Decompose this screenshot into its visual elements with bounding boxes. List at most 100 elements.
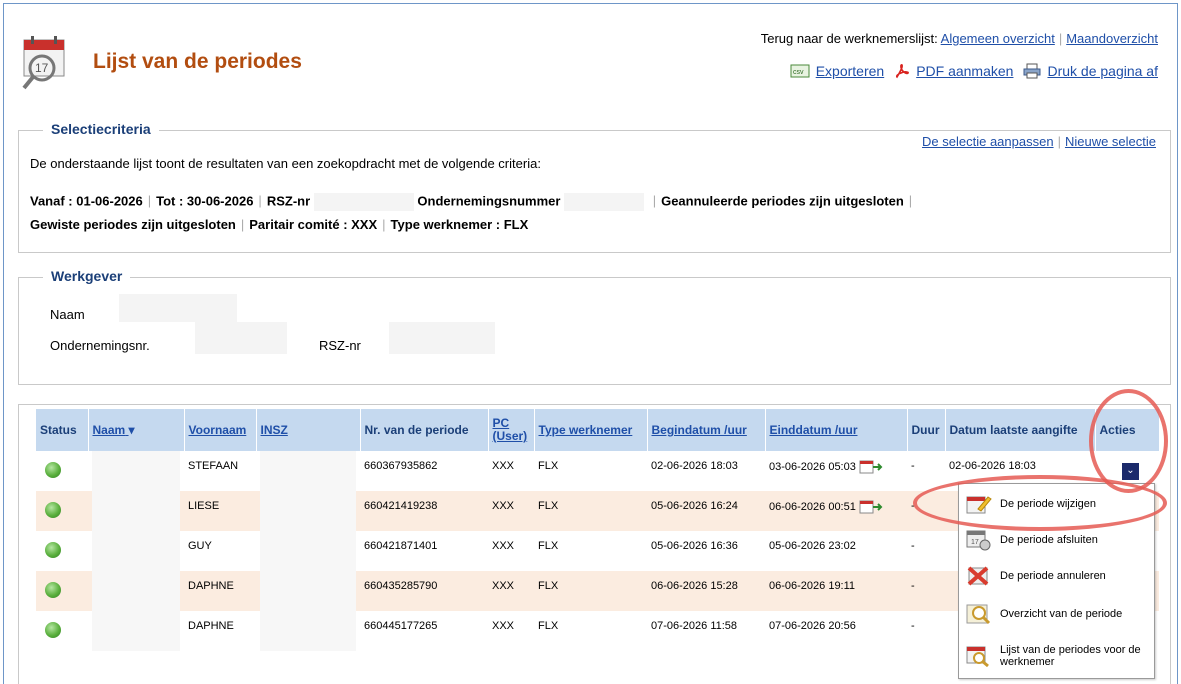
type-cell: FLX <box>534 571 647 611</box>
duur-cell: - <box>907 491 945 531</box>
redacted-value <box>260 531 356 571</box>
employer-company-label: Ondernemingsnr. <box>50 338 150 353</box>
redacted-value <box>92 571 180 611</box>
redacted-value <box>260 611 356 651</box>
calendar-arrow-icon[interactable] <box>859 460 883 474</box>
col-naam[interactable]: Naam ▾ <box>88 409 185 451</box>
actions-dropdown-button[interactable]: ⌄ <box>1122 463 1139 480</box>
voornaam-cell: DAPHNE <box>184 611 256 651</box>
status-green-icon <box>45 462 61 478</box>
redacted-value <box>195 322 287 354</box>
redacted-value <box>92 491 180 531</box>
type-cell: FLX <box>534 451 647 491</box>
criteria-line-2: Gewiste periodes zijn uitgesloten | Parita… <box>30 217 529 232</box>
nr-cell: 660435285790 <box>360 571 488 611</box>
col-acties: Acties <box>1095 409 1160 451</box>
status-cell <box>36 531 88 571</box>
pdf-link[interactable]: PDF aanmaken <box>916 63 1013 79</box>
back-navigation: Terug naar de werknemerslijst: Algemeen … <box>761 31 1158 46</box>
calendar-arrow-icon[interactable] <box>859 500 883 514</box>
export-button[interactable]: csv Exporteren <box>790 63 884 79</box>
nr-cell: 660367935862 <box>360 451 488 491</box>
employer-name-label: Naam <box>50 307 85 322</box>
criteria-worker-type: Type werknemer : FLX <box>390 217 529 232</box>
col-insz[interactable]: INSZ <box>256 409 361 451</box>
general-overview-link[interactable]: Algemeen overzicht <box>941 31 1055 46</box>
employer-section: Werkgever Naam Ondernemingsnr. RSZ-nr <box>18 268 1171 385</box>
menu-item-close-period[interactable]: 17 De periode afsluiten <box>959 522 1154 558</box>
pc-cell: XXX <box>488 451 534 491</box>
naam-cell <box>88 451 184 491</box>
voornaam-cell: LIESE <box>184 491 256 531</box>
svg-text:csv: csv <box>793 69 804 76</box>
insz-cell <box>256 491 360 531</box>
col-begin[interactable]: Begindatum /uur <box>647 409 766 451</box>
calendar-cancel-icon <box>967 566 989 586</box>
insz-cell <box>256 451 360 491</box>
menu-item-period-overview[interactable]: Overzicht van de periode <box>959 596 1154 632</box>
col-nr: Nr. van de periode <box>360 409 489 451</box>
new-selection-link[interactable]: Nieuwe selectie <box>1065 134 1156 149</box>
menu-item-label: De periode wijzigen <box>1000 498 1096 510</box>
export-link[interactable]: Exporteren <box>816 63 884 79</box>
menu-item-employee-periods[interactable]: Lijst van de periodes voor de werknemer <box>959 638 1154 674</box>
begin-cell: 05-06-2026 16:36 <box>647 531 765 571</box>
menu-item-label: De periode annuleren <box>1000 570 1106 582</box>
pdf-button[interactable]: PDF aanmaken <box>894 63 1013 79</box>
end-cell: 03-06-2026 05:03 <box>765 451 907 491</box>
begin-cell: 05-06-2026 16:24 <box>647 491 765 531</box>
selection-criteria-legend: Selectiecriteria <box>43 121 159 137</box>
criteria-pc: Paritair comité : XXX <box>249 217 378 232</box>
status-cell <box>36 451 88 491</box>
voornaam-cell: GUY <box>184 531 256 571</box>
pc-cell: XXX <box>488 491 534 531</box>
pdf-icon <box>896 64 910 79</box>
duur-cell: - <box>907 531 945 571</box>
col-type[interactable]: Type werknemer <box>534 409 648 451</box>
chevron-down-icon: ⌄ <box>1126 465 1135 476</box>
table-header-row: Status Naam ▾ Voornaam INSZ Nr. van de p… <box>36 409 1160 451</box>
duur-cell: - <box>907 451 945 491</box>
status-cell <box>36 571 88 611</box>
calendar-close-icon: 17 <box>966 530 991 551</box>
naam-cell <box>88 611 184 651</box>
employer-rsz-label: RSZ-nr <box>319 338 361 353</box>
criteria-company-no: Ondernemingsnummer <box>417 193 561 209</box>
redacted-value <box>313 193 414 211</box>
print-link[interactable]: Druk de pagina af <box>1047 63 1158 79</box>
voornaam-cell: DAPHNE <box>184 571 256 611</box>
print-button[interactable]: Druk de pagina af <box>1023 63 1158 79</box>
col-last-declaration: Datum laatste aangifte <box>945 409 1096 451</box>
pc-cell: XXX <box>488 611 534 651</box>
redacted-value <box>260 451 356 491</box>
col-duur: Duur <box>907 409 946 451</box>
separator: | <box>1058 31 1063 46</box>
duur-cell: - <box>907 611 945 651</box>
redacted-value <box>119 294 237 322</box>
type-cell: FLX <box>534 531 647 571</box>
month-overview-link[interactable]: Maandoverzicht <box>1066 31 1158 46</box>
begin-cell: 06-06-2026 15:28 <box>647 571 765 611</box>
col-pc[interactable]: PC (User) <box>488 409 535 451</box>
menu-item-cancel-period[interactable]: De periode annuleren <box>959 558 1154 594</box>
criteria-cancelled: Geannuleerde periodes zijn uitgesloten <box>661 193 904 209</box>
col-end[interactable]: Einddatum /uur <box>765 409 908 451</box>
insz-cell <box>256 611 360 651</box>
insz-cell <box>256 571 360 611</box>
type-cell: FLX <box>534 611 647 651</box>
status-cell <box>36 491 88 531</box>
selection-criteria-section: Selectiecriteria De selectie aanpassen | N… <box>18 121 1171 253</box>
redacted-value <box>92 451 180 491</box>
menu-item-edit-period[interactable]: De periode wijzigen <box>959 486 1154 522</box>
col-voornaam[interactable]: Voornaam <box>184 409 257 451</box>
back-prefix: Terug naar de werknemerslijst: <box>760 31 938 46</box>
redacted-value <box>564 193 645 211</box>
svg-text:17: 17 <box>35 61 49 75</box>
magnifier-icon <box>966 604 991 625</box>
redacted-value <box>92 531 180 571</box>
redacted-value <box>389 322 495 354</box>
page-title: Lijst van de periodes <box>93 50 302 73</box>
adjust-selection-link[interactable]: De selectie aanpassen <box>922 134 1054 149</box>
naam-cell <box>88 491 184 531</box>
menu-item-label: De periode afsluiten <box>1000 534 1098 546</box>
